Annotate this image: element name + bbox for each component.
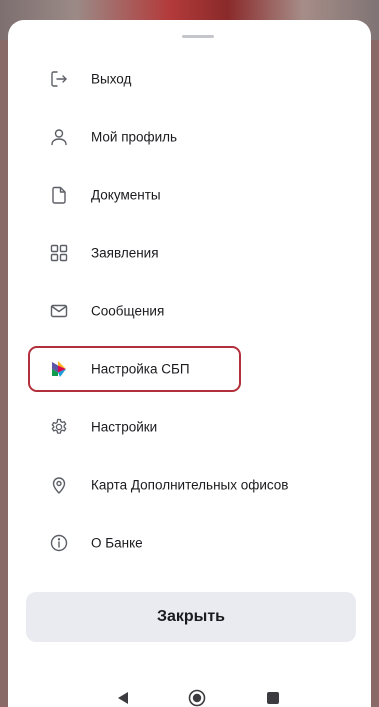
close-button[interactable]: Закрыть [26,592,356,642]
logout-icon [48,68,70,90]
menu-item-sbp-settings[interactable]: Настройка СБП [8,340,371,398]
info-icon [48,532,70,554]
menu-item-label: Выход [91,71,132,87]
bottom-sheet-menu: Выход Мой профиль Документы Заявления Со… [8,20,371,707]
home-icon[interactable] [188,689,206,707]
drag-handle[interactable] [182,35,214,38]
menu-item-office-map[interactable]: Карта Дополнительных офисов [8,456,371,514]
menu-item-label: Карта Дополнительных офисов [91,477,289,493]
menu-item-logout[interactable]: Выход [8,50,371,108]
back-icon[interactable] [118,692,128,704]
envelope-icon [48,300,70,322]
sbp-logo-icon [48,358,70,380]
menu-item-messages[interactable]: Сообщения [8,282,371,340]
menu-item-about-bank[interactable]: О Банке [8,514,371,572]
document-icon [48,184,70,206]
menu-item-label: О Банке [91,535,143,551]
menu-item-label: Сообщения [91,303,165,319]
menu-item-label: Документы [91,187,161,203]
menu-item-settings[interactable]: Настройки [8,398,371,456]
menu-item-label: Настройки [91,419,158,435]
profile-icon [48,126,70,148]
menu-item-label: Заявления [91,245,159,261]
menu-item-label: Настройка СБП [91,361,190,377]
menu-item-profile[interactable]: Мой профиль [8,108,371,166]
menu-item-applications[interactable]: Заявления [8,224,371,282]
menu-list: Выход Мой профиль Документы Заявления Со… [8,50,371,572]
applications-grid-icon [48,242,70,264]
menu-item-label: Мой профиль [91,129,178,145]
screen: Выход Мой профиль Документы Заявления Со… [0,0,379,707]
system-navigation-bar [8,676,371,707]
map-pin-icon [48,474,70,496]
gear-icon [48,416,70,438]
menu-item-documents[interactable]: Документы [8,166,371,224]
recent-apps-icon[interactable] [267,692,279,704]
